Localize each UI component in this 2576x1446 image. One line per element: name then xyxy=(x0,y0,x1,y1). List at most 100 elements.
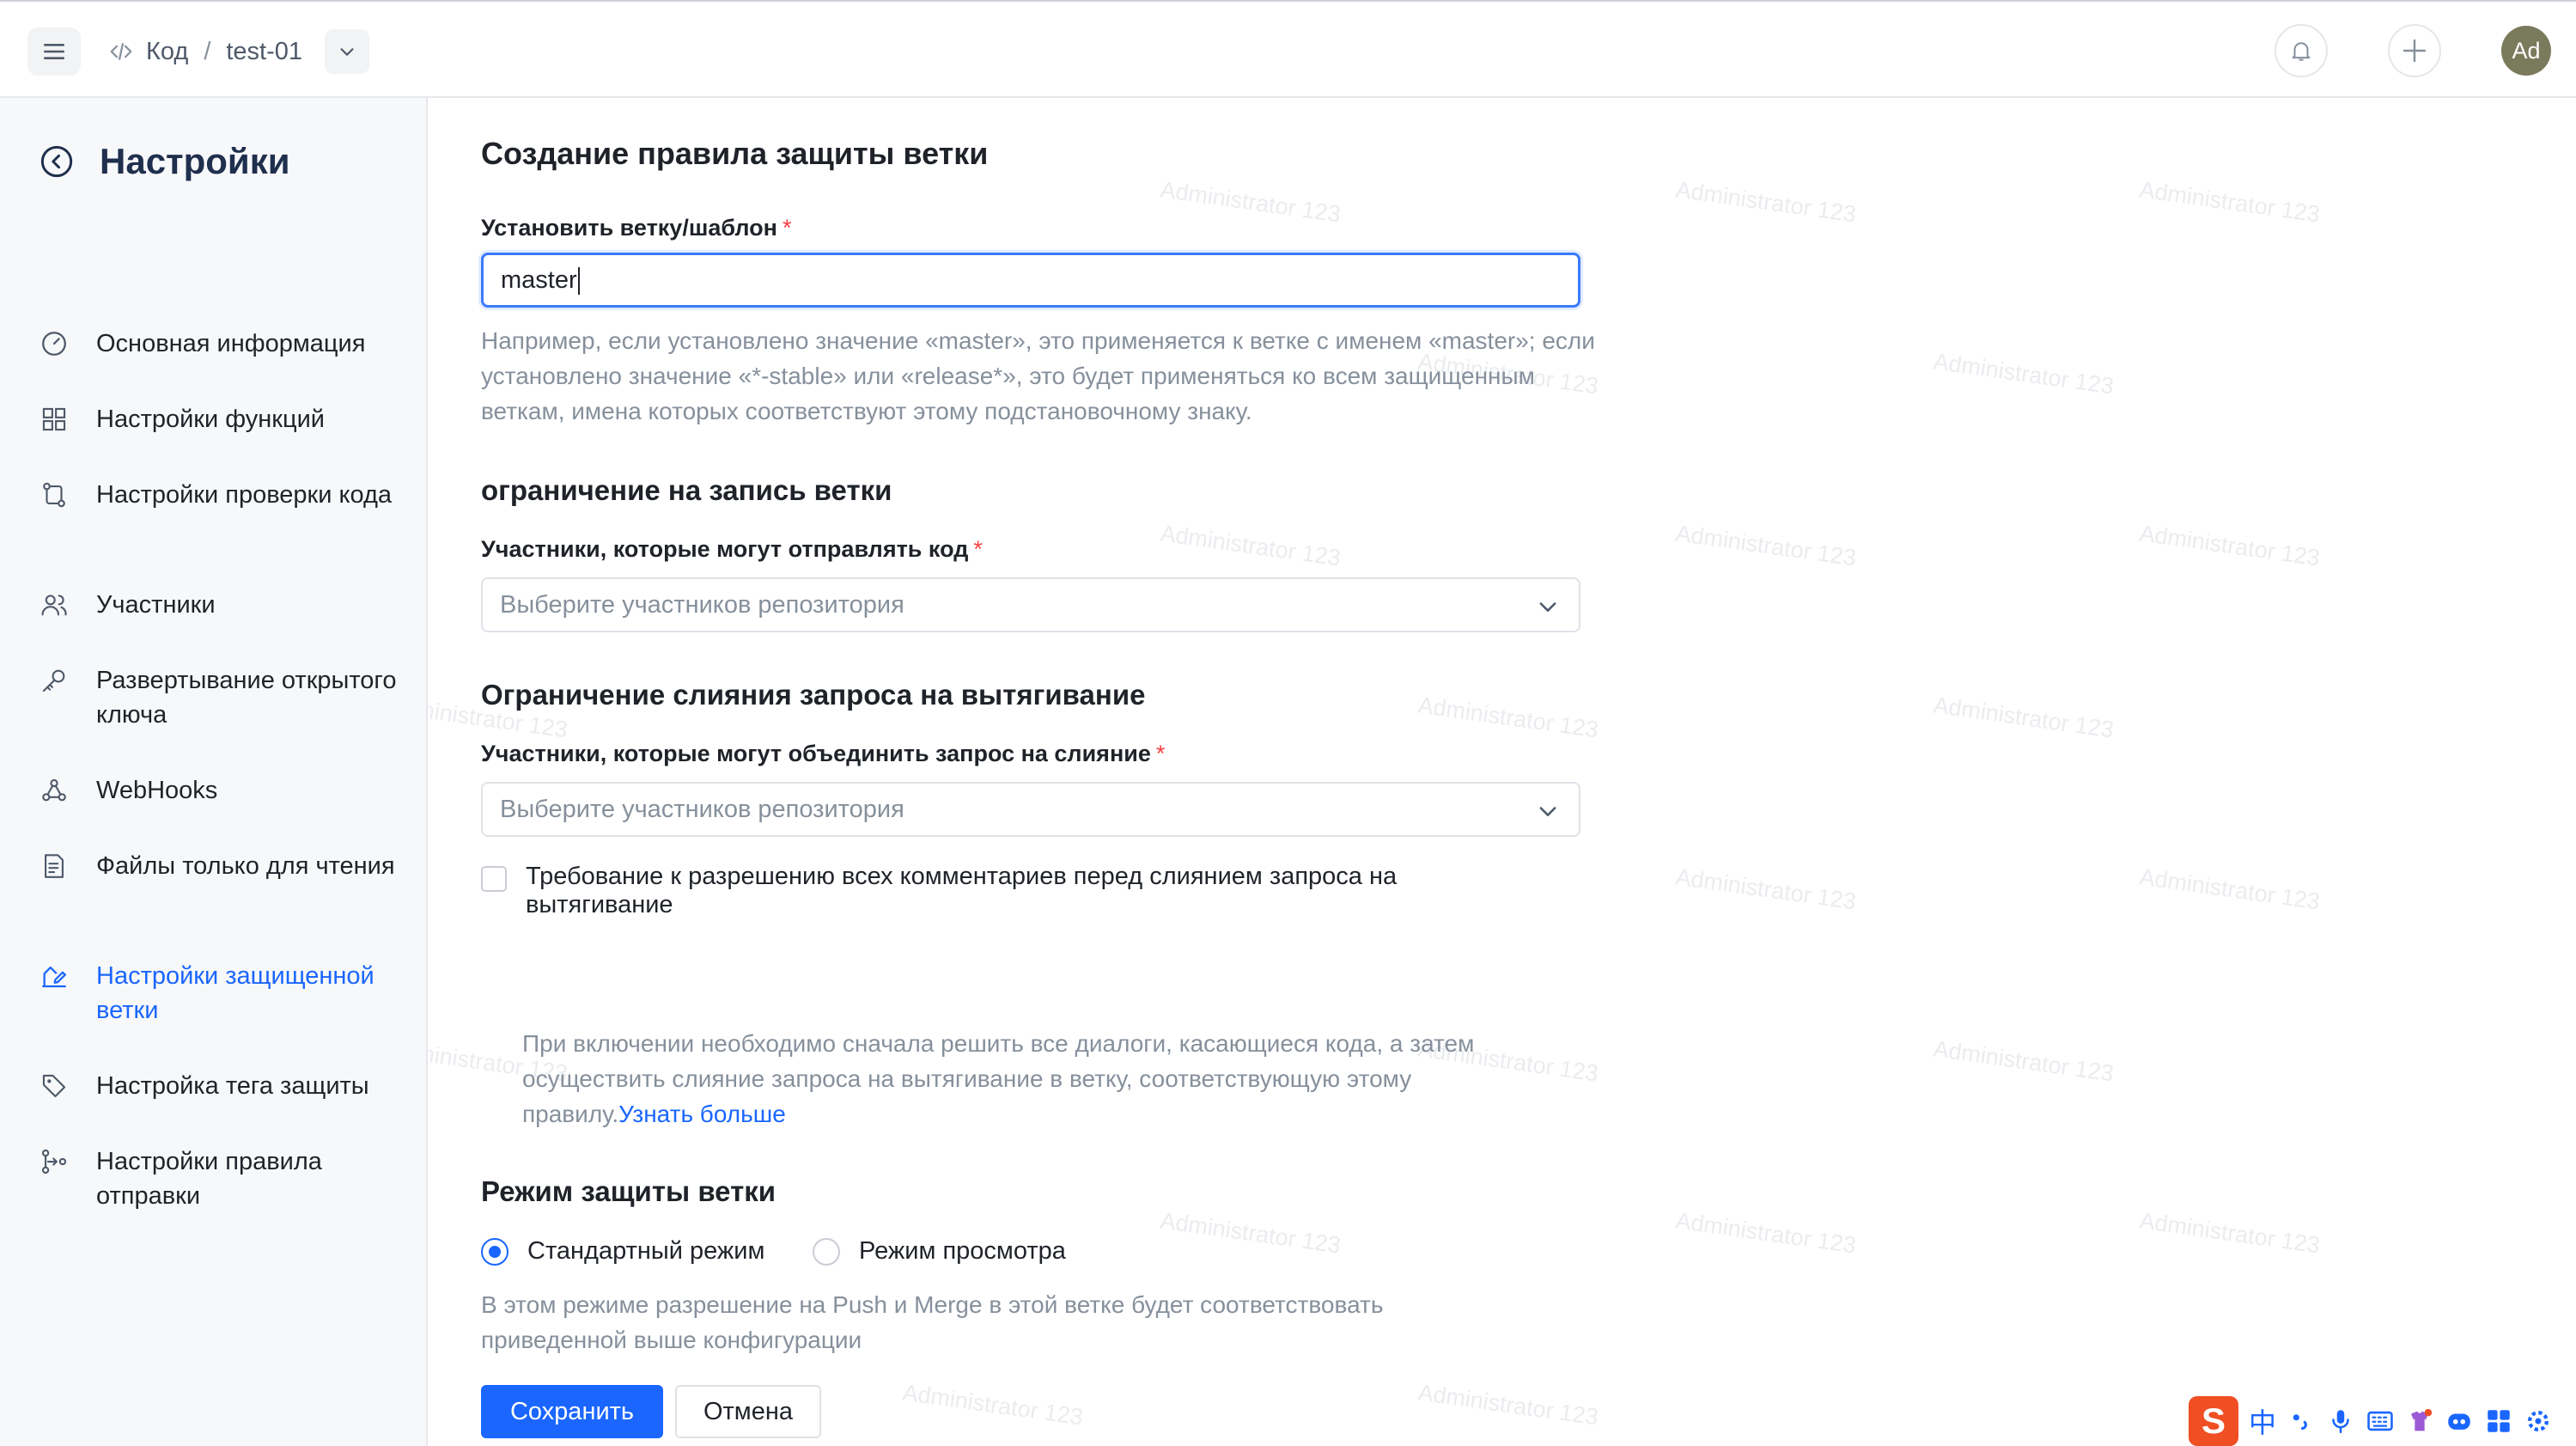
resolve-help-text: При включении необходимо сначала решить … xyxy=(522,1026,1553,1132)
save-button[interactable]: Сохранить xyxy=(481,1385,663,1438)
sidebar-item-label: Настройки защищенной ветки xyxy=(96,962,375,1024)
cancel-button[interactable]: Отмена xyxy=(675,1385,821,1438)
watermark-text: Administrator 123 xyxy=(1159,1207,1343,1259)
branch-label-text: Установить ветку/шаблон xyxy=(481,215,777,241)
sidebar-item-push-rules[interactable]: Настройки правила отправки xyxy=(40,1144,409,1213)
apps-grid-icon[interactable] xyxy=(2484,1406,2513,1436)
watermark-text: Administrator 123 xyxy=(2138,1207,2322,1259)
mode-review-option[interactable]: Режим просмотра xyxy=(813,1237,1066,1266)
plus-icon xyxy=(2402,39,2427,63)
text-caret xyxy=(577,267,580,296)
gauge-icon xyxy=(42,332,66,356)
watermark-text: Administrator 123 xyxy=(1674,1207,1858,1259)
sidebar-item-label: Развертывание открытого ключа xyxy=(96,667,397,729)
keyboard-icon[interactable] xyxy=(2366,1406,2395,1436)
resolve-comments-option[interactable]: Требование к разрешению всех комментарие… xyxy=(481,863,1471,919)
required-marker: * xyxy=(1155,741,1166,766)
users-icon xyxy=(41,595,67,616)
sogou-logo-icon[interactable]: S xyxy=(2189,1395,2238,1446)
watermark-text: Administrator 123 xyxy=(1674,176,1858,228)
settings-sidebar: Настройки Основная информация Настройки … xyxy=(0,98,428,1446)
grid-icon xyxy=(42,407,66,431)
key-icon xyxy=(42,669,65,692)
sidebar-item-label: Настройки функций xyxy=(96,406,325,433)
mode-review-radio[interactable] xyxy=(813,1237,840,1266)
create-button[interactable] xyxy=(2388,24,2441,77)
bell-icon xyxy=(2292,42,2311,61)
sidebar-item-label: Настройка тега защиты xyxy=(96,1072,369,1100)
mode-standard-radio[interactable] xyxy=(481,1237,509,1266)
breadcrumb-code[interactable]: Код xyxy=(146,38,188,66)
sidebar-item-readonly-files[interactable]: Файлы только для чтения xyxy=(40,849,409,883)
branch-help-text: Например, если установлено значение «mas… xyxy=(481,327,1595,424)
sidebar-item-label: Настройки правила отправки xyxy=(96,1148,322,1210)
branch-compare-icon xyxy=(43,482,65,508)
sidebar-item-deploy-keys[interactable]: Развертывание открытого ключа xyxy=(40,663,409,732)
learn-more-link[interactable]: Узнать больше xyxy=(618,1101,786,1127)
protection-mode-heading: Режим защиты ветки xyxy=(481,1175,776,1207)
watermark-text: Administrator 123 xyxy=(1416,692,1600,743)
mode-standard-option[interactable]: Стандартный режим xyxy=(481,1237,764,1266)
sidebar-title: Настройки xyxy=(100,141,290,181)
resolve-comments-checkbox[interactable] xyxy=(481,866,507,892)
sidebar-item-protected-tags[interactable]: Настройка тега защиты xyxy=(40,1069,409,1103)
webhook-icon xyxy=(42,778,66,802)
sidebar-item-features[interactable]: Настройки функций xyxy=(40,402,409,436)
sidebar-item-protected-branches[interactable]: Настройки защищенной ветки xyxy=(40,959,409,1028)
watermark-text: Administrator 123 xyxy=(901,1379,1085,1431)
breadcrumb-repo[interactable]: test-01 xyxy=(226,38,302,66)
ime-toolbar: S 中 xyxy=(2189,1395,2576,1446)
hamburger-icon xyxy=(44,44,64,59)
mode-help-text: В этом режиме разрешение на Push и Merge… xyxy=(481,1291,1384,1353)
notifications-button[interactable] xyxy=(2275,24,2328,77)
push-members-label: Участники, которые могут отправлять код * xyxy=(481,536,983,563)
branch-input[interactable]: master xyxy=(481,253,1580,308)
sidebar-item-code-review[interactable]: Настройки проверки кода xyxy=(40,478,409,512)
top-bar: Код / test-01 Ad xyxy=(0,0,2576,98)
ime-settings-icon[interactable] xyxy=(2524,1406,2553,1436)
avatar[interactable]: Ad xyxy=(2501,26,2551,76)
push-members-select[interactable]: Выберите участников репозитория xyxy=(481,577,1580,632)
menu-button[interactable] xyxy=(27,27,81,76)
page-title: Создание правила защиты ветки xyxy=(481,136,989,171)
sidebar-item-label: WebHooks xyxy=(96,777,218,804)
chevron-down-icon xyxy=(1539,602,1556,612)
sidebar-item-basic-info[interactable]: Основная информация xyxy=(40,326,409,361)
skin-icon[interactable] xyxy=(2405,1406,2434,1436)
merge-restriction-heading: Ограничение слияния запроса на вытягиван… xyxy=(481,679,1146,711)
write-restriction-heading: ограничение на запись ветки xyxy=(481,474,892,506)
merge-members-label: Участники, которые могут объединить запр… xyxy=(481,741,1165,767)
merge-select-placeholder: Выберите участников репозитория xyxy=(500,796,904,823)
watermark-text: Administrator 123 xyxy=(1674,520,1858,571)
readonly-file-icon xyxy=(45,854,64,878)
microphone-icon[interactable] xyxy=(2326,1406,2355,1436)
sidebar-item-webhooks[interactable]: WebHooks xyxy=(40,773,409,808)
repo-switcher-button[interactable] xyxy=(325,29,370,74)
branch-field-label: Установить ветку/шаблон * xyxy=(481,215,791,241)
merge-members-select[interactable]: Выберите участников репозитория xyxy=(481,782,1580,837)
sidebar-item-members[interactable]: Участники xyxy=(40,588,409,622)
sidebar-item-label: Участники xyxy=(96,591,216,619)
sidebar-header: Настройки xyxy=(40,141,290,182)
breadcrumb-separator: / xyxy=(204,37,211,65)
breadcrumb: Код / test-01 xyxy=(108,27,370,76)
assistant-icon[interactable] xyxy=(2445,1406,2474,1436)
ime-language-toggle[interactable]: 中 xyxy=(2249,1401,2276,1441)
push-label-text: Участники, которые могут отправлять код xyxy=(481,536,969,562)
watermark-text: Administrator 123 xyxy=(2138,520,2322,571)
sidebar-item-label: Основная информация xyxy=(96,330,366,357)
resolve-comments-label: Требование к разрешению всех комментарие… xyxy=(526,863,1398,918)
punctuation-icon[interactable] xyxy=(2287,1406,2316,1436)
watermark-text: Administrator 123 xyxy=(1674,863,1858,915)
mode-standard-label: Стандартный режим xyxy=(527,1237,765,1265)
merge-label-text: Участники, которые могут объединить запр… xyxy=(481,741,1151,766)
required-marker: * xyxy=(973,536,983,562)
watermark-text: Administrator 123 xyxy=(1932,348,2116,400)
sidebar-item-label: Настройки проверки кода xyxy=(96,481,393,509)
watermark-text: Administrator 123 xyxy=(1932,692,2116,743)
watermark-text: Administrator 123 xyxy=(1159,520,1343,571)
watermark-text: Administrator 123 xyxy=(1159,176,1343,228)
watermark-text: Administrator 123 xyxy=(2138,863,2322,915)
mode-review-label: Режим просмотра xyxy=(859,1237,1066,1265)
back-icon[interactable] xyxy=(40,144,74,179)
